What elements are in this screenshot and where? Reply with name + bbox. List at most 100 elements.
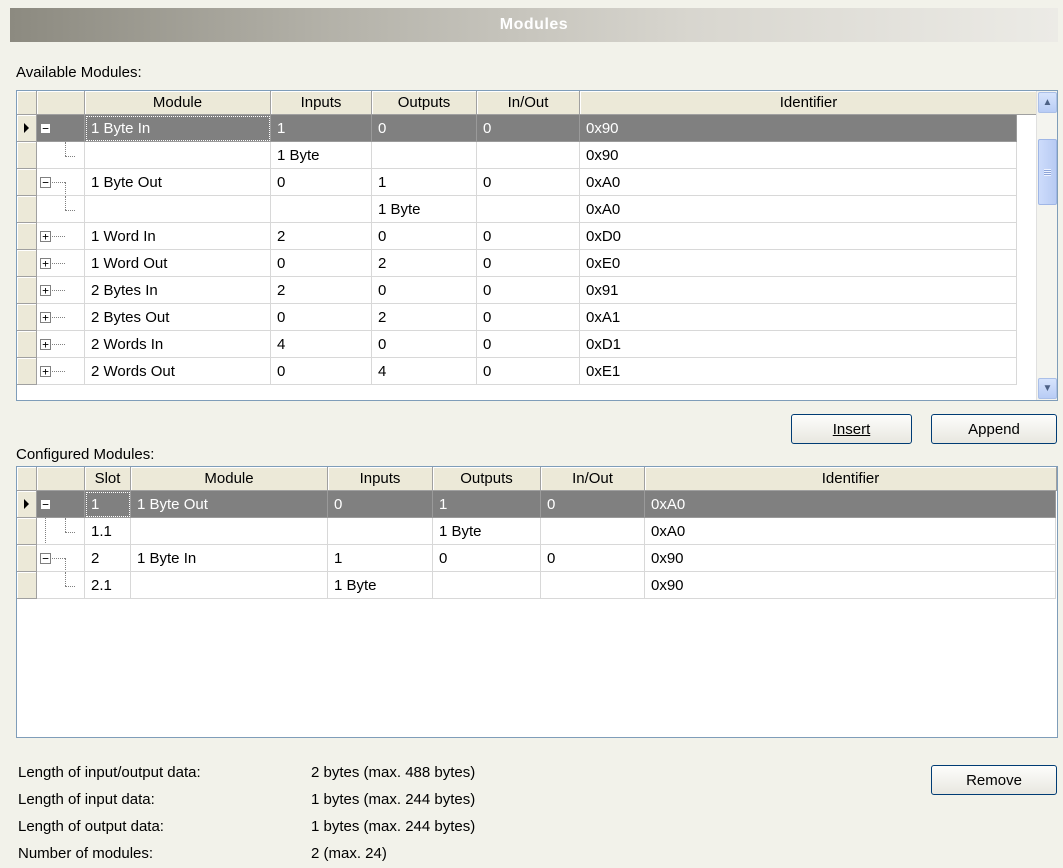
- inputs-cell[interactable]: 1 Byte: [271, 142, 372, 169]
- inout-cell[interactable]: 0: [477, 250, 580, 277]
- insert-button[interactable]: Insert: [791, 414, 912, 444]
- expand-icon[interactable]: +: [40, 285, 51, 296]
- outputs-cell[interactable]: 2: [372, 250, 477, 277]
- scrollbar-thumb[interactable]: [1038, 139, 1057, 205]
- inputs-cell[interactable]: 0: [271, 169, 372, 196]
- row-header[interactable]: [17, 115, 37, 142]
- table-row[interactable]: +2 Words In 4 0 0 0xD1: [17, 331, 1017, 358]
- table-row[interactable]: +2 Words Out 0 4 0 0xE1: [17, 358, 1017, 385]
- row-header[interactable]: [17, 545, 37, 572]
- row-header[interactable]: [17, 142, 37, 169]
- column-header-identifier[interactable]: Identifier: [580, 91, 1038, 115]
- outputs-cell[interactable]: 0: [372, 331, 477, 358]
- slot-cell[interactable]: 1: [85, 491, 131, 518]
- table-row[interactable]: −1 Byte Out 0 1 0 0xA0: [17, 169, 1017, 196]
- module-cell[interactable]: 2 Bytes In: [85, 277, 271, 304]
- expand-icon[interactable]: +: [40, 339, 51, 350]
- table-row[interactable]: +1 Word In 2 0 0 0xD0: [17, 223, 1017, 250]
- inout-cell[interactable]: 0: [477, 304, 580, 331]
- slot-cell[interactable]: 2: [85, 545, 131, 572]
- inout-cell[interactable]: 0: [477, 331, 580, 358]
- table-row[interactable]: +2 Bytes In 2 0 0 0x91: [17, 277, 1017, 304]
- column-header-inout[interactable]: In/Out: [541, 467, 645, 491]
- column-header-inputs[interactable]: Inputs: [271, 91, 372, 115]
- inputs-cell[interactable]: 2: [271, 277, 372, 304]
- module-cell[interactable]: 2 Words In: [85, 331, 271, 358]
- inout-cell[interactable]: [541, 572, 645, 599]
- outputs-cell[interactable]: 2: [372, 304, 477, 331]
- module-cell[interactable]: 1 Byte In: [85, 115, 271, 142]
- table-row[interactable]: −1 1 Byte Out 0 1 0 0xA0: [17, 491, 1056, 518]
- inputs-cell[interactable]: 1 Byte: [328, 572, 433, 599]
- identifier-cell[interactable]: 0x90: [580, 115, 1017, 142]
- table-row[interactable]: 1 Byte 0xA0: [17, 196, 1017, 223]
- table-row[interactable]: −2 1 Byte In 1 0 0 0x90: [17, 545, 1056, 572]
- module-cell[interactable]: 1 Word Out: [85, 250, 271, 277]
- inputs-cell[interactable]: 0: [328, 491, 433, 518]
- expand-icon[interactable]: +: [40, 231, 51, 242]
- inout-cell[interactable]: 0: [477, 358, 580, 385]
- row-header[interactable]: [17, 304, 37, 331]
- outputs-cell[interactable]: [372, 142, 477, 169]
- outputs-cell[interactable]: 4: [372, 358, 477, 385]
- table-row[interactable]: +1 Word Out 0 2 0 0xE0: [17, 250, 1017, 277]
- module-cell[interactable]: 1 Byte In: [131, 545, 328, 572]
- inputs-cell[interactable]: 0: [271, 358, 372, 385]
- row-header[interactable]: [17, 572, 37, 599]
- inputs-cell[interactable]: [271, 196, 372, 223]
- row-header[interactable]: [17, 358, 37, 385]
- table-row[interactable]: 1.1 1 Byte 0xA0: [17, 518, 1056, 545]
- outputs-cell[interactable]: 0: [372, 277, 477, 304]
- inputs-cell[interactable]: 0: [271, 250, 372, 277]
- row-header[interactable]: [17, 196, 37, 223]
- inout-cell[interactable]: [477, 142, 580, 169]
- row-header[interactable]: [17, 250, 37, 277]
- inputs-cell[interactable]: 1: [271, 115, 372, 142]
- module-cell[interactable]: [85, 142, 271, 169]
- module-cell[interactable]: 2 Words Out: [85, 358, 271, 385]
- identifier-cell[interactable]: 0xE1: [580, 358, 1017, 385]
- row-header[interactable]: [17, 331, 37, 358]
- column-header-module[interactable]: Module: [131, 467, 328, 491]
- inputs-cell[interactable]: 1: [328, 545, 433, 572]
- row-header[interactable]: [17, 277, 37, 304]
- outputs-cell[interactable]: 0: [372, 223, 477, 250]
- table-row[interactable]: −1 Byte In 1 0 0 0x90: [17, 115, 1017, 142]
- column-header-outputs[interactable]: Outputs: [372, 91, 477, 115]
- identifier-cell[interactable]: 0xA0: [580, 196, 1017, 223]
- module-cell[interactable]: 2 Bytes Out: [85, 304, 271, 331]
- identifier-cell[interactable]: 0x90: [645, 572, 1056, 599]
- available-grid-scrollbar[interactable]: ▲ ▼: [1036, 91, 1057, 400]
- identifier-cell[interactable]: 0xA0: [645, 518, 1056, 545]
- expand-icon[interactable]: +: [40, 258, 51, 269]
- identifier-cell[interactable]: 0x90: [580, 142, 1017, 169]
- slot-cell[interactable]: 2.1: [85, 572, 131, 599]
- outputs-cell[interactable]: 1 Byte: [433, 518, 541, 545]
- inout-cell[interactable]: 0: [541, 545, 645, 572]
- collapse-icon[interactable]: −: [40, 499, 51, 510]
- row-header[interactable]: [17, 223, 37, 250]
- table-row[interactable]: +2 Bytes Out 0 2 0 0xA1: [17, 304, 1017, 331]
- collapse-icon[interactable]: −: [40, 553, 51, 564]
- module-cell[interactable]: [131, 572, 328, 599]
- column-header-inout[interactable]: In/Out: [477, 91, 580, 115]
- column-header-inputs[interactable]: Inputs: [328, 467, 433, 491]
- collapse-icon[interactable]: −: [40, 123, 51, 134]
- module-cell[interactable]: [131, 518, 328, 545]
- row-header[interactable]: [17, 491, 37, 518]
- identifier-cell[interactable]: 0x91: [580, 277, 1017, 304]
- outputs-cell[interactable]: 1: [372, 169, 477, 196]
- expand-icon[interactable]: +: [40, 366, 51, 377]
- identifier-cell[interactable]: 0xA1: [580, 304, 1017, 331]
- scroll-up-icon[interactable]: ▲: [1038, 92, 1057, 113]
- available-modules-grid[interactable]: Module Inputs Outputs In/Out Identifier …: [16, 90, 1058, 401]
- module-cell[interactable]: 1 Byte Out: [85, 169, 271, 196]
- inout-cell[interactable]: 0: [541, 491, 645, 518]
- identifier-cell[interactable]: 0xD1: [580, 331, 1017, 358]
- outputs-cell[interactable]: [433, 572, 541, 599]
- row-header[interactable]: [17, 169, 37, 196]
- inputs-cell[interactable]: [328, 518, 433, 545]
- scroll-down-icon[interactable]: ▼: [1038, 378, 1057, 399]
- inputs-cell[interactable]: 0: [271, 304, 372, 331]
- module-cell[interactable]: 1 Byte Out: [131, 491, 328, 518]
